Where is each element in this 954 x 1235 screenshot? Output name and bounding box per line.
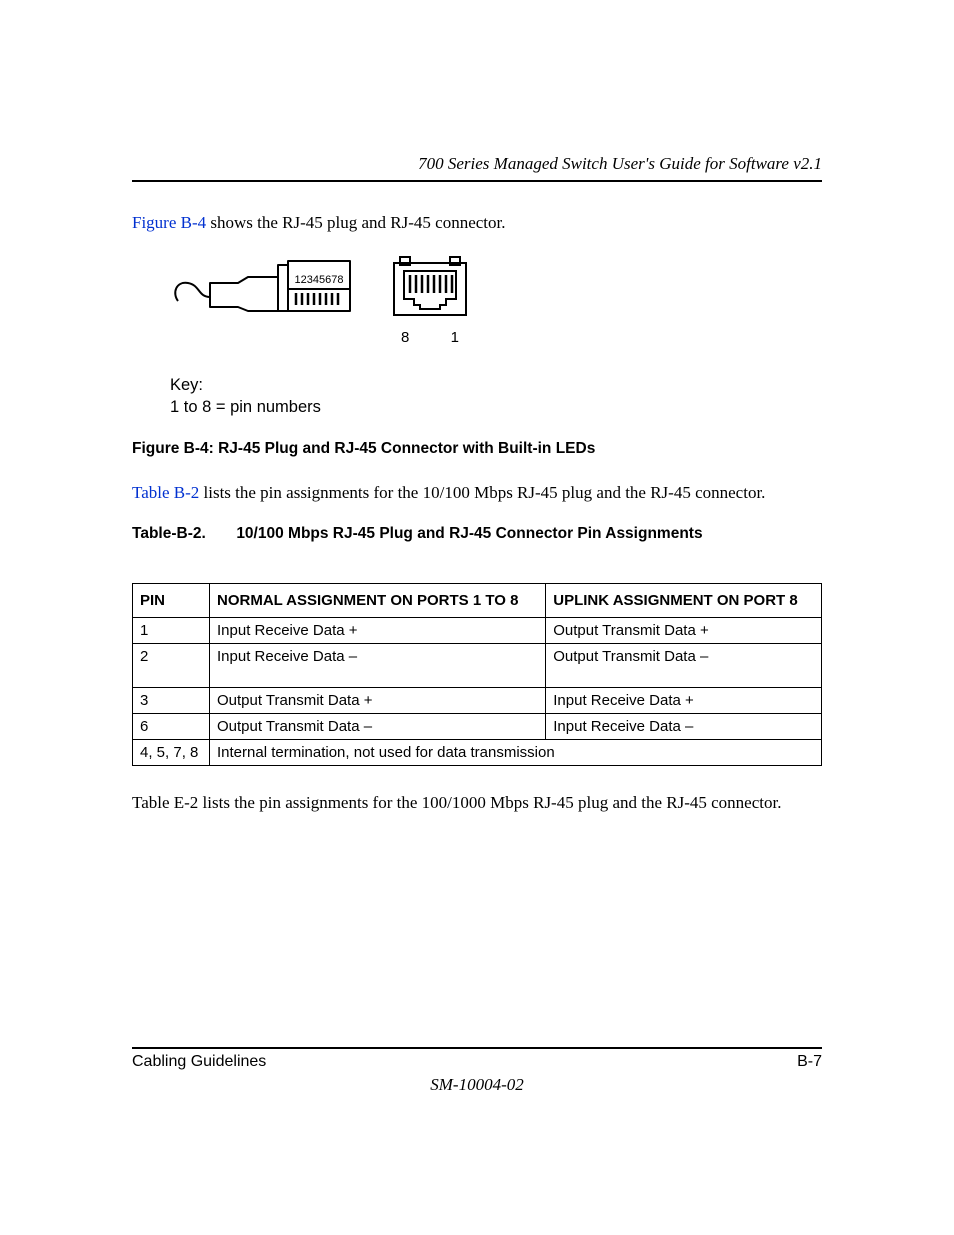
table-caption: Table-B-2. 10/100 Mbps RJ-45 Plug and RJ… xyxy=(132,525,822,543)
cell-merged: Internal termination, not used for data … xyxy=(210,740,822,766)
figure-key: Key: 1 to 8 = pin numbers xyxy=(170,374,822,419)
closing-paragraph: Table E-2 lists the pin assignments for … xyxy=(132,792,822,815)
cell-uplink: Output Transmit Data – xyxy=(546,644,822,688)
cell-pin: 6 xyxy=(133,714,210,740)
figure-caption: Figure B-4: RJ-45 Plug and RJ-45 Connect… xyxy=(132,440,822,458)
cell-pin: 1 xyxy=(133,618,210,644)
key-line: 1 to 8 = pin numbers xyxy=(170,396,822,418)
jack-label-1: 1 xyxy=(451,329,459,346)
cell-pin: 4, 5, 7, 8 xyxy=(133,740,210,766)
intro-rest: shows the RJ-45 plug and RJ-45 connector… xyxy=(206,213,505,232)
footer-page: B-7 xyxy=(797,1053,822,1071)
table-intro-rest: lists the pin assignments for the 10/100… xyxy=(199,483,765,502)
page-footer: Cabling Guidelines B-7 SM-10004-02 xyxy=(132,1047,822,1095)
figure-ref-link[interactable]: Figure B-4 xyxy=(132,213,206,232)
table-caption-label: Table-B-2. xyxy=(132,525,232,543)
table-intro-paragraph: Table B-2 lists the pin assignments for … xyxy=(132,482,822,505)
rj45-jack-icon xyxy=(390,253,470,323)
cell-uplink: Input Receive Data – xyxy=(546,714,822,740)
cell-normal: Input Receive Data + xyxy=(210,618,546,644)
table-row: 2Input Receive Data –Output Transmit Dat… xyxy=(133,644,822,688)
cell-pin: 3 xyxy=(133,688,210,714)
table-row: 4, 5, 7, 8Internal termination, not used… xyxy=(133,740,822,766)
cell-normal: Input Receive Data – xyxy=(210,644,546,688)
running-header: 700 Series Managed Switch User's Guide f… xyxy=(132,154,822,182)
footer-doc-id: SM-10004-02 xyxy=(132,1075,822,1095)
cell-uplink: Input Receive Data + xyxy=(546,688,822,714)
th-pin: PIN xyxy=(133,584,210,618)
pin-assignment-table: PIN NORMAL ASSIGNMENT ON PORTS 1 TO 8 UP… xyxy=(132,583,822,766)
table-caption-title: 10/100 Mbps RJ-45 Plug and RJ-45 Connect… xyxy=(236,525,702,542)
rj45-plug-icon: 12345678 xyxy=(170,253,360,323)
table-row: 6Output Transmit Data –Input Receive Dat… xyxy=(133,714,822,740)
th-uplink: UPLINK ASSIGNMENT ON PORT 8 xyxy=(546,584,822,618)
table-ref-link[interactable]: Table B-2 xyxy=(132,483,199,502)
cell-uplink: Output Transmit Data + xyxy=(546,618,822,644)
cell-normal: Output Transmit Data + xyxy=(210,688,546,714)
table-row: 3Output Transmit Data +Input Receive Dat… xyxy=(133,688,822,714)
table-row: 1Input Receive Data +Output Transmit Dat… xyxy=(133,618,822,644)
cell-normal: Output Transmit Data – xyxy=(210,714,546,740)
figure-block: 12345678 xyxy=(170,253,822,419)
plug-pin-numbers: 12345678 xyxy=(295,274,344,286)
intro-paragraph: Figure B-4 shows the RJ-45 plug and RJ-4… xyxy=(132,212,822,235)
th-normal: NORMAL ASSIGNMENT ON PORTS 1 TO 8 xyxy=(210,584,546,618)
key-title: Key: xyxy=(170,374,822,396)
rj45-jack-block: 8 1 xyxy=(390,253,470,346)
jack-label-8: 8 xyxy=(401,329,409,346)
table-header-row: PIN NORMAL ASSIGNMENT ON PORTS 1 TO 8 UP… xyxy=(133,584,822,618)
cell-pin: 2 xyxy=(133,644,210,688)
footer-section: Cabling Guidelines xyxy=(132,1053,266,1071)
